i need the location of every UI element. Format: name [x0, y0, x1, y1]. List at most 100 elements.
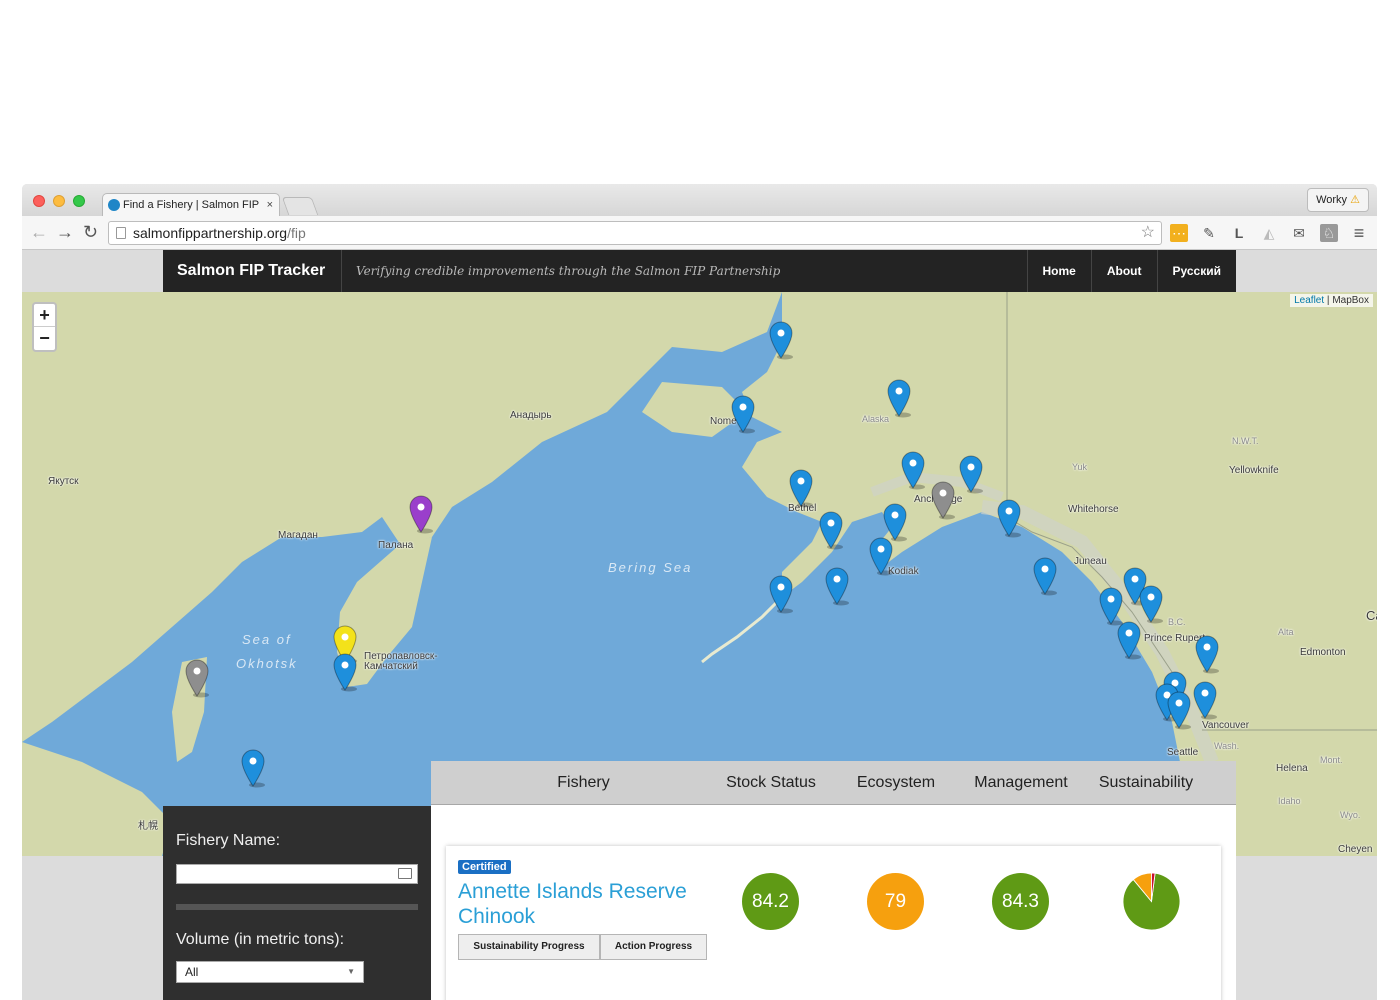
map-marker-icon[interactable]	[818, 510, 844, 550]
extension-icon-4[interactable]: ◭	[1260, 224, 1278, 242]
map-marker-icon[interactable]	[886, 378, 912, 418]
col-stock-status[interactable]: Stock Status	[711, 761, 831, 805]
extension-icon-1[interactable]: ⋯	[1170, 224, 1188, 242]
site-brand[interactable]: Salmon FIP Tracker	[177, 250, 325, 292]
fishery-name-link[interactable]: Annette Islands Reserve Chinook	[458, 879, 718, 929]
map-marker-icon[interactable]	[1192, 680, 1218, 720]
fishery-name-input[interactable]	[176, 864, 418, 884]
drupal-favicon-icon	[108, 199, 120, 211]
sustainability-pie	[1123, 873, 1180, 930]
mapbox-credit: MapBox	[1332, 295, 1369, 306]
extension-icon-6[interactable]: ♘	[1320, 224, 1338, 242]
map-marker-icon[interactable]	[184, 658, 210, 698]
address-bar[interactable]: salmonfippartnership.org/fip ☆	[108, 221, 1162, 245]
page-icon	[116, 227, 126, 239]
filter-panel: Fishery Name: Volume (in metric tons): A…	[163, 806, 431, 1000]
label-palana: Палана	[378, 540, 414, 551]
map-attribution: Leaflet | MapBox	[1290, 294, 1373, 307]
sustainability-progress-button[interactable]: Sustainability Progress	[458, 934, 600, 960]
map-marker-icon[interactable]	[408, 494, 434, 534]
label-helena: Helena	[1276, 763, 1308, 774]
label-edmonton: Edmonton	[1300, 647, 1346, 658]
filter-divider	[176, 904, 418, 910]
label-alta: Alta	[1278, 627, 1294, 637]
contact-card-icon	[398, 868, 412, 879]
fishery-result-card[interactable]: Certified Annette Islands Reserve Chinoo…	[446, 846, 1221, 1000]
window-close-button[interactable]	[33, 195, 45, 207]
label-sea-of-okhotsk-2: Okhotsk	[236, 656, 298, 671]
map-marker-icon[interactable]	[1032, 556, 1058, 596]
map-marker-icon[interactable]	[930, 480, 956, 520]
page-content: Анадырь Nome Alaska Якутск Магадан Палан…	[22, 250, 1377, 1000]
label-anadyr: Анадырь	[510, 410, 552, 421]
extension-icon-3[interactable]: L	[1230, 224, 1248, 242]
map-marker-icon[interactable]	[788, 468, 814, 508]
certified-badge: Certified	[458, 860, 511, 874]
extension-icon-5[interactable]: ✉	[1290, 224, 1308, 242]
site-tagline: Verifying credible improvements through …	[341, 250, 780, 292]
nav-home[interactable]: Home	[1026, 250, 1091, 292]
map-marker-icon[interactable]	[730, 394, 756, 434]
label-yellowknife: Yellowknife	[1229, 465, 1279, 476]
leaflet-link[interactable]: Leaflet	[1294, 295, 1324, 306]
map-marker-icon[interactable]	[1194, 634, 1220, 674]
menu-icon[interactable]: ≡	[1350, 224, 1368, 242]
tab-close-icon[interactable]: ×	[267, 194, 273, 216]
map-marker-icon[interactable]	[824, 566, 850, 606]
nav-russian[interactable]: Русский	[1156, 250, 1237, 292]
label-cheyenne: Cheyen	[1338, 844, 1373, 855]
browser-tab[interactable]: Find a Fishery | Salmon FIP ×	[102, 193, 280, 217]
site-navbar: Salmon FIP Tracker Verifying credible im…	[163, 250, 1236, 292]
label-seattle: Seattle	[1167, 747, 1199, 758]
map-marker-icon[interactable]	[1138, 584, 1164, 624]
map-marker-icon[interactable]	[1116, 620, 1142, 660]
label-magadan: Магадан	[278, 530, 318, 541]
nav-about[interactable]: About	[1090, 250, 1157, 292]
zoom-control: + −	[32, 302, 57, 352]
label-juneau: Juneau	[1074, 556, 1107, 567]
forward-arrow-icon[interactable]: →	[56, 222, 74, 242]
map-marker-icon[interactable]	[240, 748, 266, 788]
map-marker-icon[interactable]	[868, 536, 894, 576]
label-mont: Mont.	[1320, 755, 1343, 765]
map-marker-icon[interactable]	[332, 652, 358, 692]
col-fishery[interactable]: Fishery	[521, 761, 646, 805]
volume-label: Volume (in metric tons):	[176, 931, 345, 948]
label-wyo: Wyo.	[1340, 810, 1361, 820]
volume-select[interactable]: All ▼	[176, 961, 364, 983]
label-vancouver: Vancouver	[1202, 720, 1250, 731]
management-score: 84.3	[992, 873, 1049, 930]
label-yakutsk: Якутск	[48, 476, 79, 487]
zoom-out-button[interactable]: −	[34, 327, 55, 350]
map-marker-icon[interactable]	[958, 454, 984, 494]
new-tab-button[interactable]	[281, 197, 319, 215]
label-alaska: Alaska	[862, 414, 890, 424]
map-marker-icon[interactable]	[768, 574, 794, 614]
window-minimize-button[interactable]	[53, 195, 65, 207]
url-path: /fip	[287, 225, 306, 241]
window-maximize-button[interactable]	[73, 195, 85, 207]
label-whitehorse: Whitehorse	[1068, 504, 1119, 515]
map-marker-icon[interactable]	[1166, 690, 1192, 730]
action-progress-button[interactable]: Action Progress	[600, 934, 707, 960]
extension-icon-2[interactable]: ✎	[1200, 224, 1218, 242]
profile-button[interactable]: Worky ⚠	[1307, 188, 1369, 212]
stock-status-score: 84.2	[742, 873, 799, 930]
label-bering-sea: Bering Sea	[608, 560, 693, 575]
profile-name: Worky	[1316, 194, 1348, 206]
reload-icon[interactable]: ↻	[83, 222, 98, 242]
map-marker-icon[interactable]	[996, 498, 1022, 538]
zoom-in-button[interactable]: +	[34, 304, 55, 327]
col-ecosystem[interactable]: Ecosystem	[836, 761, 956, 805]
tab-strip: Find a Fishery | Salmon FIP × Worky ⚠	[22, 184, 1377, 217]
label-sapporo: 札幌	[138, 821, 158, 832]
col-sustainability[interactable]: Sustainability	[1086, 761, 1206, 805]
map-marker-icon[interactable]	[768, 320, 794, 360]
map-marker-icon[interactable]	[900, 450, 926, 490]
label-sea-of-okhotsk-1: Sea of	[242, 632, 292, 647]
bookmark-star-icon[interactable]: ☆	[1141, 222, 1155, 244]
volume-selected-value: All	[185, 965, 199, 979]
col-management[interactable]: Management	[961, 761, 1081, 805]
fishery-name-label: Fishery Name:	[176, 832, 281, 849]
back-arrow-icon[interactable]: ←	[30, 222, 48, 242]
